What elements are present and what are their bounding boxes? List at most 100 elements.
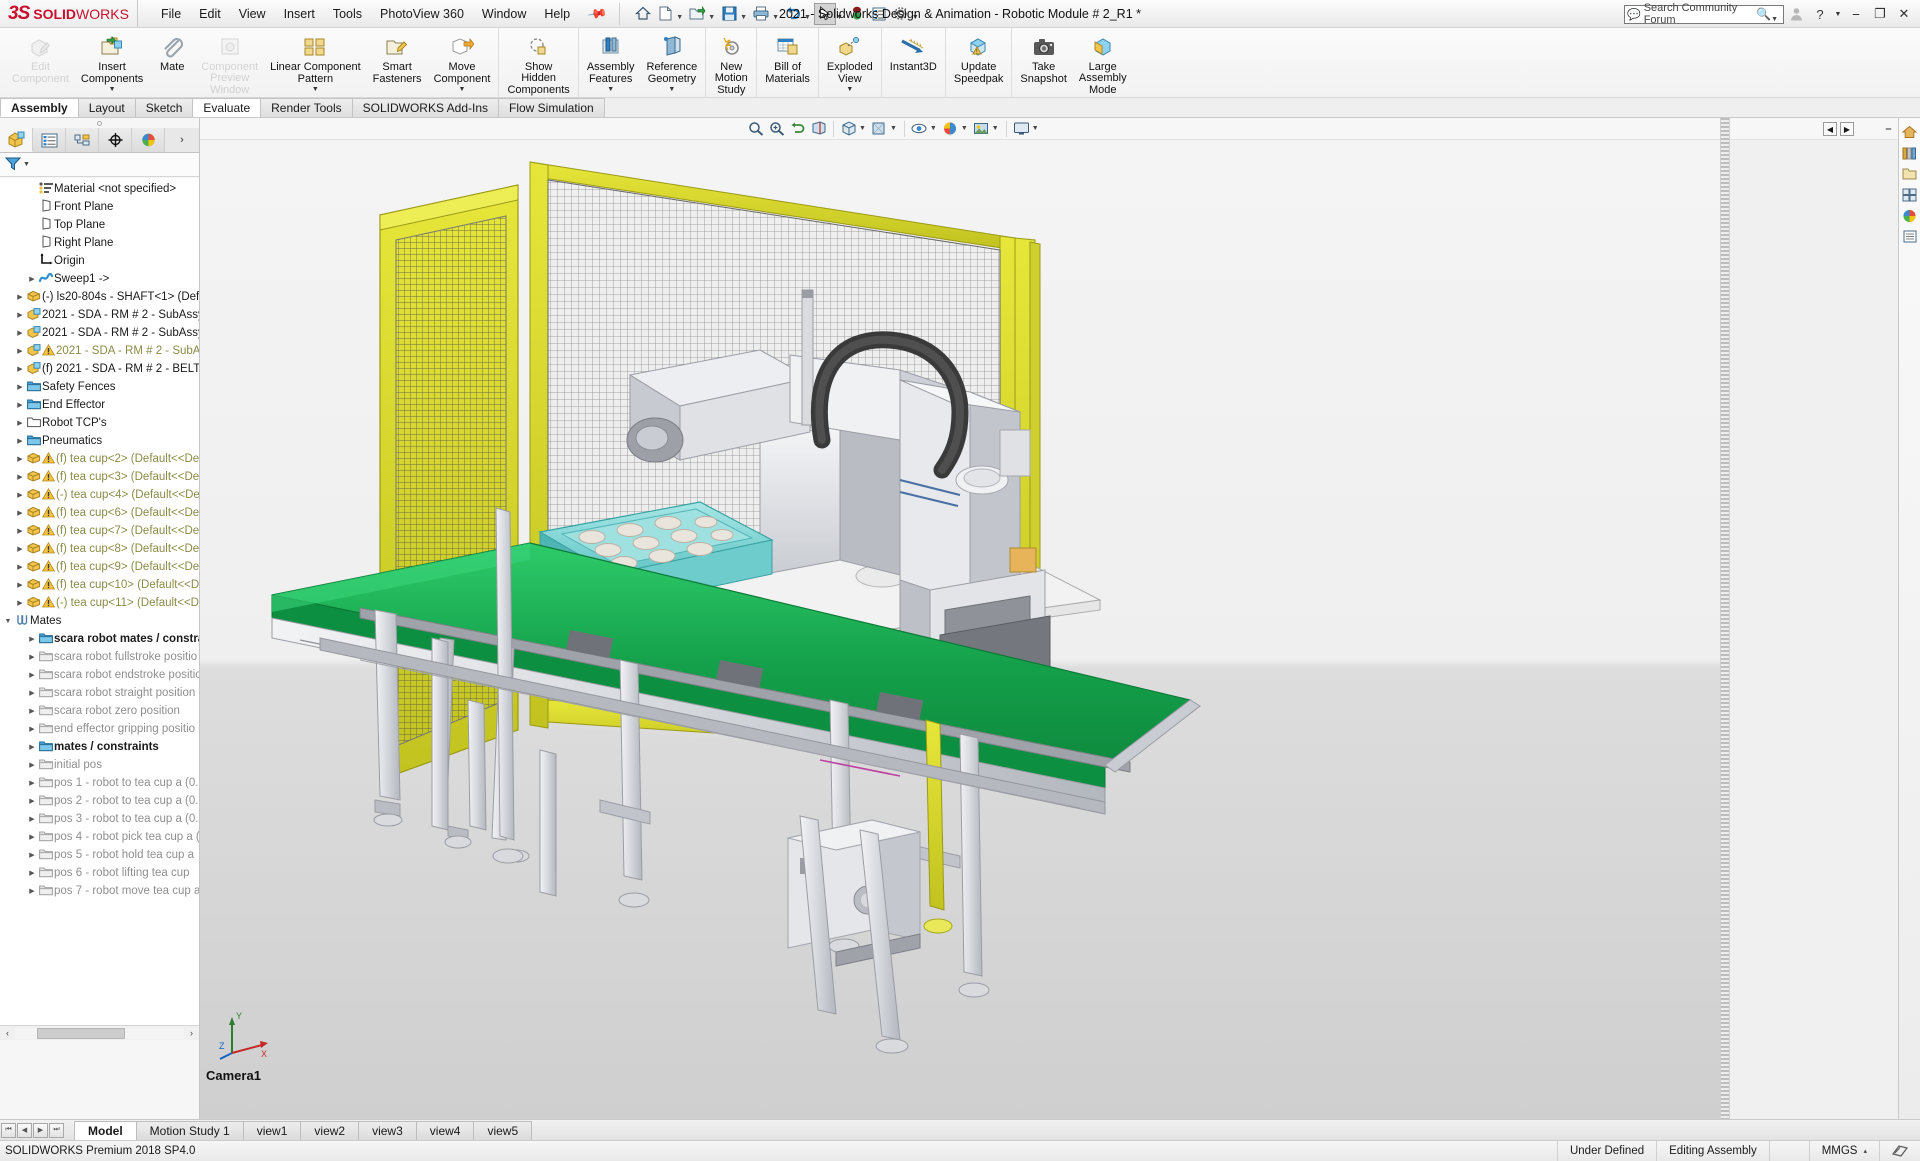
- linear-component-pattern-button[interactable]: Linear Component Pattern ▼: [264, 30, 367, 96]
- tree-node[interactable]: ▶ pos 3 - robot to tea cup a (0.: [0, 810, 199, 828]
- mate-button[interactable]: Mate: [149, 30, 195, 96]
- tree-expand-arrow-icon[interactable]: ▶: [14, 365, 26, 373]
- tree-expand-arrow-icon[interactable]: ▶: [14, 419, 26, 427]
- tab-flow-simulation[interactable]: Flow Simulation: [498, 98, 605, 117]
- view-palette-icon[interactable]: [1900, 184, 1920, 205]
- hide-show-items-icon[interactable]: [909, 119, 930, 139]
- component-preview-window-button[interactable]: Component Preview Window: [195, 30, 264, 96]
- scroll-right-arrow-icon[interactable]: ›: [184, 1028, 199, 1038]
- tree-expand-arrow-icon[interactable]: ▶: [26, 887, 38, 895]
- help-icon[interactable]: ?: [1808, 2, 1832, 26]
- print-icon[interactable]: [750, 3, 772, 25]
- tree-node[interactable]: ▶ End Effector: [0, 396, 199, 414]
- tree-node[interactable]: ▶ (f) tea cup<6> (Default<<De: [0, 504, 199, 522]
- feature-tree-filter[interactable]: ▼: [0, 153, 199, 177]
- rebuild-icon[interactable]: [846, 3, 868, 25]
- tree-expand-arrow-icon[interactable]: ▶: [14, 455, 26, 463]
- tree-expand-arrow-icon[interactable]: ▶: [14, 347, 26, 355]
- tree-node[interactable]: ▶ (-) tea cup<4> (Default<<De: [0, 486, 199, 504]
- tree-expand-arrow-icon[interactable]: ▶: [26, 275, 38, 283]
- scrollbar-thumb[interactable]: [37, 1027, 125, 1039]
- tree-expand-arrow-icon[interactable]: ▶: [26, 653, 38, 661]
- tree-node[interactable]: ▼ Mates: [0, 612, 199, 630]
- tree-node[interactable]: ▶ mates / constraints: [0, 738, 199, 756]
- view-settings-icon[interactable]: [1011, 119, 1032, 139]
- view-orientation-icon[interactable]: [838, 119, 859, 139]
- file-explorer-icon[interactable]: [1900, 163, 1920, 184]
- tree-expand-arrow-icon[interactable]: ▶: [14, 473, 26, 481]
- scrollbar-track[interactable]: [15, 1027, 184, 1039]
- undo-caret-icon[interactable]: ▼: [804, 14, 811, 25]
- settings-gear-icon[interactable]: [890, 3, 912, 25]
- smart-fasteners-button[interactable]: Smart Fasteners: [367, 30, 428, 96]
- tab-evaluate[interactable]: Evaluate: [192, 98, 262, 117]
- menu-help[interactable]: Help: [535, 3, 579, 25]
- tree-node[interactable]: ▶ scara robot fullstroke positio: [0, 648, 199, 666]
- assembly-features-caret-icon[interactable]: ▼: [607, 86, 614, 93]
- tree-expand-arrow-icon[interactable]: ▶: [14, 581, 26, 589]
- bill-of-materials-button[interactable]: Bill of Materials: [759, 30, 816, 96]
- first-tab-button[interactable]: ⏮: [1, 1122, 16, 1138]
- tab-view4[interactable]: view4: [415, 1120, 475, 1140]
- new-document-icon[interactable]: [654, 3, 676, 25]
- search-caret-icon[interactable]: ▼: [1771, 16, 1778, 23]
- edit-appearance-icon[interactable]: [940, 119, 961, 139]
- menu-file[interactable]: File: [152, 3, 190, 25]
- last-tab-button[interactable]: ⏭: [49, 1122, 64, 1138]
- open-folder-icon[interactable]: [686, 3, 708, 25]
- help-caret-icon[interactable]: ▼: [1832, 2, 1844, 26]
- previous-tab-button[interactable]: ◀: [17, 1122, 32, 1138]
- insert-components-button[interactable]: Insert Components ▼: [75, 30, 149, 96]
- tree-node[interactable]: ▶ (-) tea cup<11> (Default<<D: [0, 594, 199, 612]
- feature-tree-horizontal-scrollbar[interactable]: ‹ ›: [0, 1025, 199, 1040]
- tree-expand-arrow-icon[interactable]: ▶: [14, 563, 26, 571]
- status-units[interactable]: MMGS ▴: [1808, 1141, 1879, 1161]
- save-icon[interactable]: [718, 3, 740, 25]
- linear-component-pattern-caret-icon[interactable]: ▼: [312, 86, 319, 93]
- tree-expand-arrow-icon[interactable]: ▶: [26, 635, 38, 643]
- tree-node[interactable]: ▶ (f) tea cup<10> (Default<<D: [0, 576, 199, 594]
- scroll-left-arrow-icon[interactable]: ‹: [0, 1028, 15, 1038]
- tree-node[interactable]: ▶ scara robot mates / constrain: [0, 630, 199, 648]
- tree-node[interactable]: ▶ Robot TCP's: [0, 414, 199, 432]
- hide-show-items-caret-icon[interactable]: ▼: [930, 125, 937, 132]
- tree-expand-arrow-icon[interactable]: ▶: [26, 797, 38, 805]
- tree-node[interactable]: Origin: [0, 252, 199, 270]
- tree-expand-arrow-icon[interactable]: ▶: [14, 329, 26, 337]
- reference-geometry-button[interactable]: Reference Geometry ▼: [641, 30, 704, 96]
- configuration-manager-tab[interactable]: [66, 128, 99, 152]
- settings-caret-icon[interactable]: ▼: [912, 14, 919, 25]
- user-account-icon[interactable]: [1784, 2, 1808, 26]
- tree-node[interactable]: ▶ pos 7 - robot move tea cup a: [0, 882, 199, 900]
- tree-node[interactable]: ▶ pos 1 - robot to tea cup a (0.: [0, 774, 199, 792]
- tree-expand-arrow-icon[interactable]: ▶: [26, 689, 38, 697]
- collapse-right-icon[interactable]: ▶: [1840, 122, 1854, 136]
- menu-tools[interactable]: Tools: [324, 3, 371, 25]
- tree-expand-arrow-icon[interactable]: ▶: [26, 707, 38, 715]
- tree-node[interactable]: ▶ 2021 - SDA - RM # 2 - SubAssy -: [0, 306, 199, 324]
- menu-photoview-360[interactable]: PhotoView 360: [371, 3, 473, 25]
- feature-tree[interactable]: Material <not specified> Front Plane Top P…: [0, 178, 199, 1025]
- tree-expand-arrow-icon[interactable]: ▶: [14, 401, 26, 409]
- tree-node[interactable]: ▶ Pneumatics: [0, 432, 199, 450]
- tree-expand-arrow-icon[interactable]: ▶: [14, 311, 26, 319]
- select-cursor-icon[interactable]: [813, 2, 836, 25]
- zoom-to-fit-icon[interactable]: [745, 119, 766, 139]
- collapse-left-icon[interactable]: ◀: [1823, 122, 1837, 136]
- magnifier-icon[interactable]: 🔍: [1756, 7, 1771, 21]
- exploded-view-caret-icon[interactable]: ▼: [846, 86, 853, 93]
- panel-collapse-handle[interactable]: [0, 118, 199, 128]
- tree-node[interactable]: Material <not specified>: [0, 180, 199, 198]
- tab-render-tools[interactable]: Render Tools: [260, 98, 353, 117]
- display-style-icon[interactable]: [869, 119, 890, 139]
- tree-node[interactable]: ▶ Sweep1 ->: [0, 270, 199, 288]
- large-assembly-mode-button[interactable]: Large Assembly Mode: [1073, 30, 1133, 96]
- search-community-forum[interactable]: 💬 Search Community Forum 🔍 ▼: [1624, 2, 1784, 26]
- new-motion-study-button[interactable]: New Motion Study: [708, 30, 754, 96]
- tree-node[interactable]: ▶ (-) ls20-804s - SHAFT<1> (Default: [0, 288, 199, 306]
- home-icon[interactable]: [632, 3, 654, 25]
- search-input[interactable]: Search Community Forum: [1644, 2, 1756, 26]
- tab-motion-study-1[interactable]: Motion Study 1: [135, 1120, 244, 1140]
- tree-node[interactable]: ▶ pos 4 - robot pick tea cup a (: [0, 828, 199, 846]
- document-minimize-button[interactable]: ⎯: [1880, 117, 1897, 141]
